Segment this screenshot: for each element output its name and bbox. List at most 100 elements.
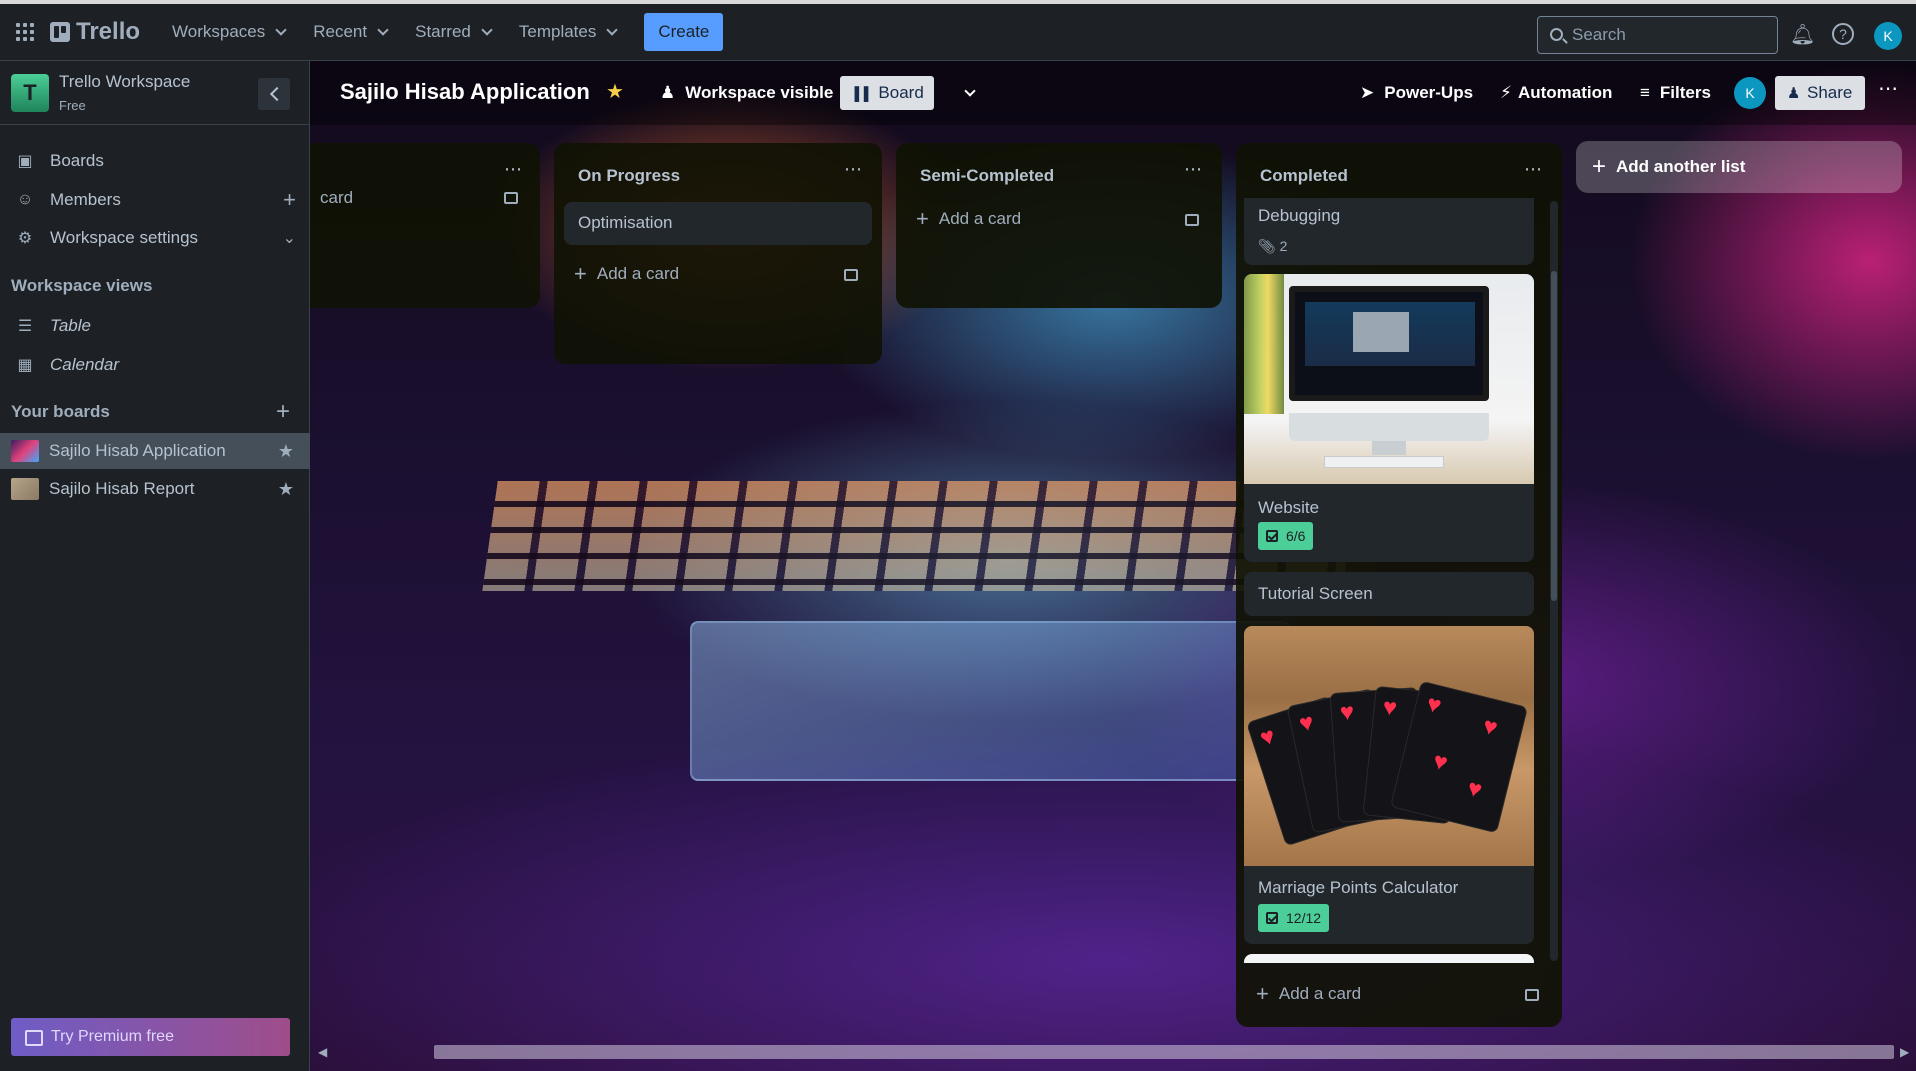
card-website[interactable]: Website 6/6 [1244, 274, 1534, 562]
chevron-down-icon [964, 84, 976, 97]
card-template-icon[interactable] [844, 269, 858, 281]
workspace-name: Trello Workspace [59, 72, 191, 91]
attachment-badge: 📎︎ 2 [1258, 238, 1287, 255]
workspace-avatar: T [11, 74, 49, 112]
sidebar-item-label: Boards [50, 151, 104, 170]
card-title: Tutorial Screen [1258, 584, 1373, 603]
star-icon[interactable]: ★ [278, 441, 294, 462]
card-template-icon[interactable] [1525, 989, 1539, 1001]
star-icon[interactable]: ★ [606, 79, 624, 104]
visibility-button[interactable]: ♟ Workspace visible [650, 76, 843, 110]
board-canvas: Sajilo Hisab Application ★ ♟ Workspace v… [310, 61, 1916, 1071]
people-icon: ♟ [660, 83, 676, 102]
add-member-icon[interactable]: + [283, 187, 296, 213]
board-horizontal-scrollbar[interactable]: ◀ ▶ [310, 1041, 1916, 1063]
paperclip-icon: 📎︎ [1258, 238, 1276, 254]
notifications-bell-icon[interactable]: 🔔︎ [1790, 23, 1815, 47]
starred-menu[interactable]: Starred [405, 12, 501, 52]
add-card-button[interactable]: + Add a card [906, 201, 1021, 237]
board-icon: ▣ [17, 153, 33, 170]
card-marriage-points-calculator[interactable]: ♥♥ ♥♥ ♥♥ ♥♥ ♥♥♥♥ Marriage Points Calcula… [1244, 626, 1534, 944]
checklist-icon [1266, 530, 1278, 542]
workspaces-menu[interactable]: Workspaces [162, 12, 295, 52]
share-button[interactable]: ♟ Share [1775, 76, 1865, 110]
add-card-button[interactable]: card [310, 180, 353, 216]
power-ups-button[interactable]: ➤ Power-Ups [1350, 76, 1483, 110]
list-menu-icon[interactable]: ⋯ [844, 159, 863, 180]
calendar-icon: ▦ [17, 357, 33, 374]
recent-menu-label: Recent [313, 22, 368, 41]
board-view-icon: ▐▐ [850, 85, 869, 101]
sidebar-board-sajilo-hisab-report[interactable]: Sajilo Hisab Report ★ [0, 471, 310, 507]
automation-button[interactable]: ⚡︎ Automation [1490, 76, 1622, 110]
card-tutorial-screen[interactable]: Tutorial Screen [1244, 572, 1534, 616]
card-partial[interactable] [1244, 954, 1534, 963]
rocket-icon: ➤ [1360, 83, 1375, 102]
card-template-icon[interactable] [1185, 214, 1199, 226]
filter-icon: ≡ [1640, 83, 1650, 102]
workspaces-menu-label: Workspaces [172, 22, 266, 41]
try-premium-button[interactable]: Try Premium free [11, 1018, 290, 1056]
list-scrollbar[interactable] [1550, 201, 1558, 961]
add-card-button[interactable]: + Add a card [564, 256, 679, 292]
collapse-sidebar-button[interactable] [258, 78, 290, 110]
views-dropdown-button[interactable] [950, 76, 984, 110]
add-card-label: Add a card [1278, 984, 1362, 1003]
sidebar-board-sajilo-hisab-application[interactable]: Sajilo Hisab Application ★ [0, 433, 310, 469]
power-ups-label: Power-Ups [1384, 83, 1474, 102]
scroll-right-arrow-icon[interactable]: ▶ [1900, 1045, 1909, 1059]
board-thumbnail [11, 440, 39, 462]
board-member-avatar[interactable]: K [1734, 77, 1766, 109]
create-button[interactable]: Create [644, 13, 724, 51]
gear-icon: ⚙ [17, 230, 33, 247]
user-avatar[interactable]: K [1874, 22, 1902, 50]
search-icon [1550, 28, 1563, 41]
board-scrollbar-thumb[interactable] [434, 1045, 1894, 1059]
list-title[interactable]: Semi-Completed [920, 166, 1054, 186]
list-menu-icon[interactable]: ⋯ [1184, 159, 1203, 180]
sidebar-item-table[interactable]: ☰ Table [0, 308, 310, 344]
list-scrollbar-thumb[interactable] [1551, 271, 1557, 601]
workspace-header: T Trello Workspace Free [0, 61, 310, 125]
recent-menu[interactable]: Recent [303, 12, 397, 52]
more-options-icon[interactable]: ⋯ [1878, 76, 1898, 101]
chevron-down-icon: ⌄ [282, 230, 296, 247]
sidebar-item-members[interactable]: ☺ Members + [0, 182, 310, 218]
card-template-icon[interactable] [504, 192, 518, 204]
board-view-label: Board [878, 83, 924, 102]
app-switcher-icon[interactable] [14, 21, 36, 43]
workspace-views-heading-label: Workspace views [11, 276, 153, 295]
list-title[interactable]: Completed [1260, 166, 1348, 186]
sidebar-item-workspace-settings[interactable]: ⚙ Workspace settings ⌄ [0, 220, 310, 256]
list-cards-container: Debugging 📎︎ 2 Website 6/6 Tutorial Scre… [1236, 198, 1562, 963]
add-board-icon[interactable]: + [276, 398, 290, 426]
add-another-list-button[interactable]: + Add another list [1576, 141, 1902, 193]
add-card-button[interactable]: + Add a card [1246, 976, 1361, 1012]
templates-menu[interactable]: Templates [509, 12, 626, 52]
scroll-left-arrow-icon[interactable]: ◀ [318, 1045, 327, 1059]
templates-menu-label: Templates [518, 22, 597, 41]
plus-icon: + [916, 206, 929, 231]
card-debugging[interactable]: Debugging 📎︎ 2 [1244, 198, 1534, 265]
board-view-button[interactable]: ▐▐ Board [840, 76, 934, 110]
sidebar-item-label: Table [50, 316, 91, 335]
board-title[interactable]: Sajilo Hisab Application [340, 79, 590, 105]
sidebar-item-label: Calendar [50, 355, 119, 374]
list-title[interactable]: On Progress [578, 166, 680, 186]
filters-button[interactable]: ≡ Filters [1630, 76, 1721, 110]
your-boards-heading-label: Your boards [11, 402, 110, 421]
lightning-icon: ⚡︎ [1500, 83, 1512, 102]
star-icon[interactable]: ★ [278, 479, 294, 500]
search-input[interactable]: Search [1537, 16, 1778, 54]
sidebar-item-calendar[interactable]: ▦ Calendar [0, 347, 310, 383]
card-title: Marriage Points Calculator [1258, 878, 1459, 897]
list-menu-icon[interactable]: ⋯ [1524, 159, 1543, 180]
trello-logo[interactable]: Trello [50, 18, 140, 46]
help-icon[interactable]: ? [1832, 23, 1854, 45]
workspace-plan: Free [59, 98, 86, 113]
sidebar-item-boards[interactable]: ▣ Boards [0, 143, 310, 179]
visibility-label: Workspace visible [685, 83, 834, 102]
chevron-down-icon [606, 23, 619, 36]
card-optimisation[interactable]: Optimisation [564, 202, 872, 245]
list-menu-icon[interactable]: ⋯ [504, 159, 523, 180]
